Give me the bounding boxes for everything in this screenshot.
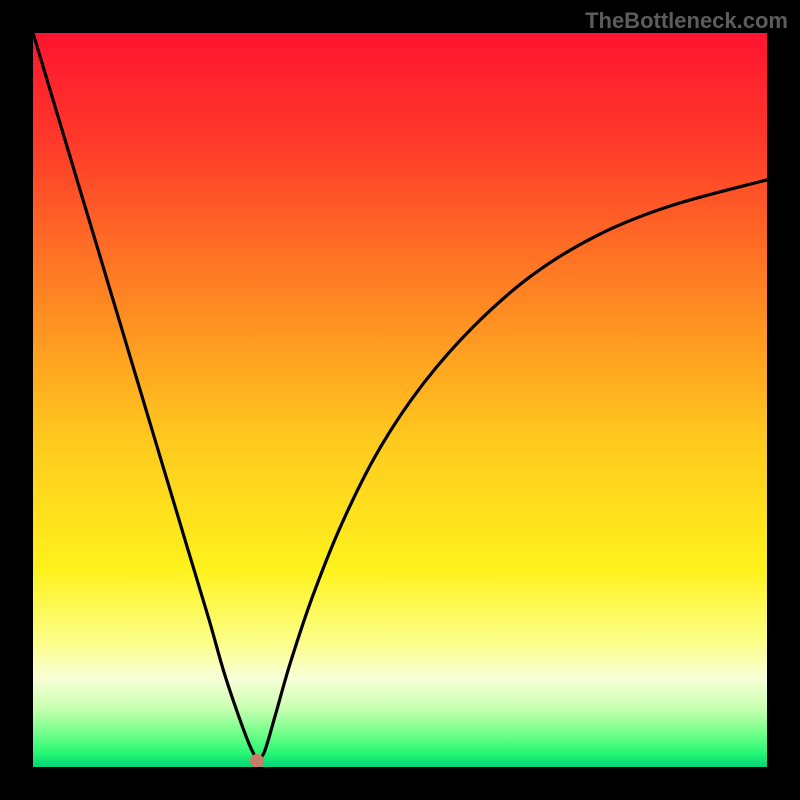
chart-canvas: TheBottleneck.com — [0, 0, 800, 800]
watermark-text: TheBottleneck.com — [585, 8, 788, 34]
bottleneck-curve — [33, 33, 767, 767]
plot-area — [33, 33, 767, 767]
optimal-point-marker — [250, 754, 264, 767]
